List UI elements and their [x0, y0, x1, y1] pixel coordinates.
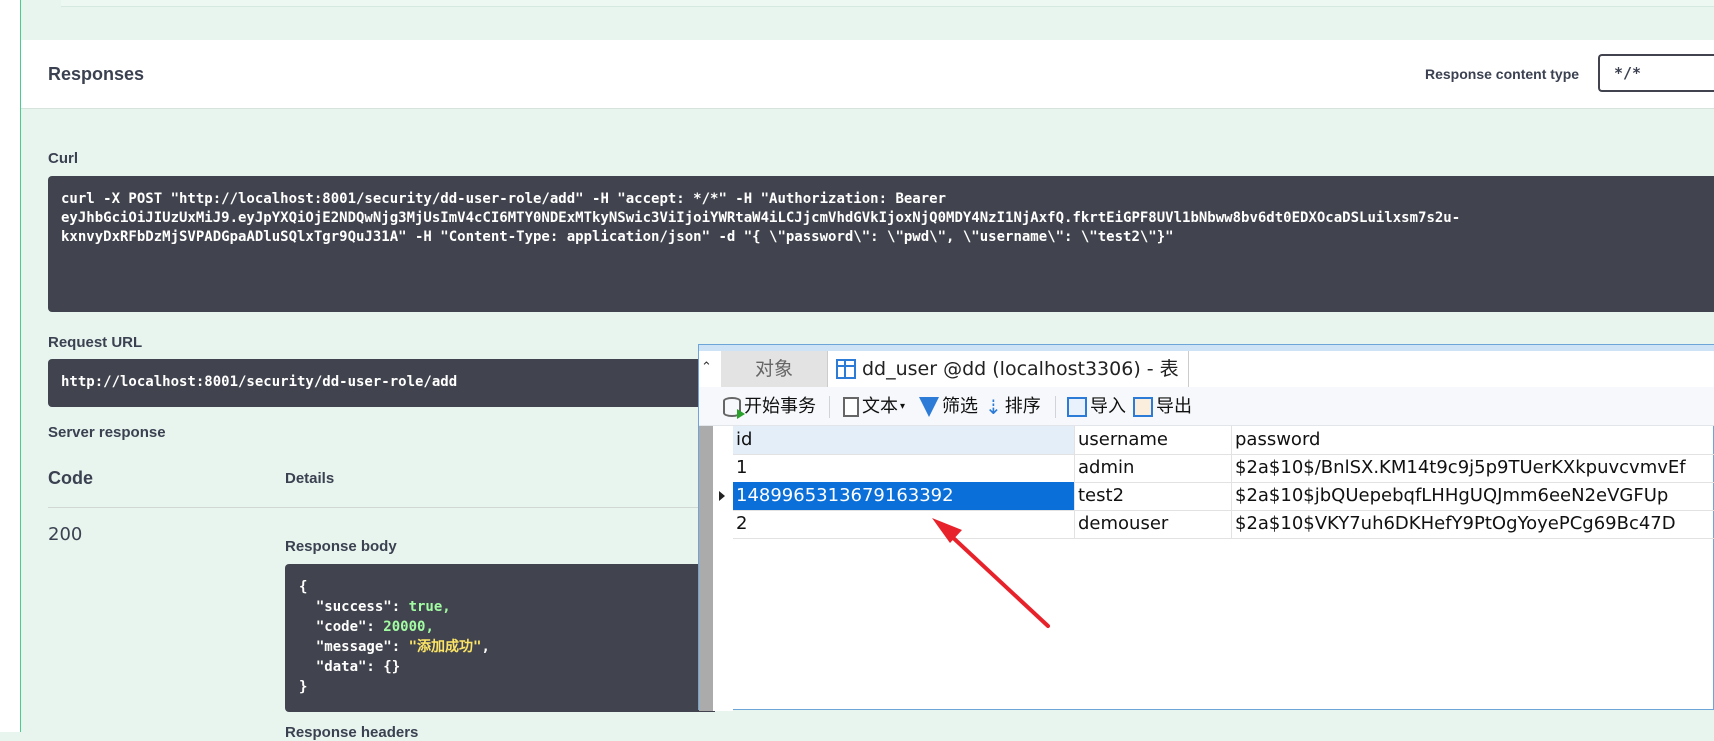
header-divider — [48, 507, 708, 508]
top-strip — [21, 0, 1714, 40]
grid-header-row: id username password — [733, 426, 1714, 455]
chevron-down-icon: ▾ — [900, 401, 906, 412]
toolbar-separator — [829, 396, 830, 418]
cell-password[interactable]: $2a$10$jbQUepebqfLHHgUQJmm6eeN2eVGFUp — [1232, 482, 1714, 510]
request-url-label: Request URL — [48, 334, 143, 351]
toolbar-separator — [1055, 396, 1056, 418]
sort-button[interactable]: ⇣ 排序 — [985, 394, 1041, 420]
response-body-label: Response body — [285, 538, 397, 555]
response-content-type-label: Response content type — [1425, 66, 1580, 82]
cell-username[interactable]: admin — [1075, 454, 1232, 482]
cell-id[interactable]: 2 — [733, 510, 1075, 538]
response-body[interactable]: { "success": true, "code": 20000, "messa… — [285, 564, 715, 712]
response-content-type-select[interactable]: */* — [1598, 54, 1714, 92]
request-url-value[interactable]: http://localhost:8001/security/dd-user-r… — [48, 359, 720, 407]
filter-button[interactable]: 筛选 — [919, 394, 978, 420]
export-button[interactable]: 导出 — [1133, 394, 1192, 420]
data-grid-area: id username password 1 admin $2a$10$/Bnl… — [699, 426, 1714, 711]
vertical-scrollbar[interactable] — [699, 426, 713, 711]
table-row-selected[interactable]: 1489965313679163392 test2 $2a$10$jbQUepe… — [733, 482, 1714, 511]
scroll-left-icon[interactable]: ⌃ — [701, 359, 712, 375]
cell-password[interactable]: $2a$10$VKY7uh6DKHefY9PtOgYoyePCg69Bc47D — [1232, 510, 1714, 538]
code-column-header: Code — [48, 468, 93, 488]
database-icon — [723, 397, 745, 419]
curl-command[interactable]: curl -X POST "http://localhost:8001/secu… — [48, 176, 1714, 312]
text-button[interactable]: 文本 ▾ — [843, 394, 905, 420]
sort-icon: ⇣ — [985, 395, 1002, 419]
tab-objects[interactable]: 对象 — [721, 351, 827, 387]
toolbar: 开始事务 文本 ▾ 筛选 ⇣ 排序 导入 导出 — [699, 387, 1714, 426]
export-icon — [1133, 397, 1153, 417]
tab-bar: ⌃ 对象 dd_user @dd (localhost3306) - 表 — [699, 351, 1714, 388]
cell-username[interactable]: test2 — [1075, 482, 1232, 510]
table-icon — [836, 359, 856, 379]
table-row[interactable]: 2 demouser $2a$10$VKY7uh6DKHefY9PtOgYoye… — [733, 510, 1714, 539]
column-header-password[interactable]: password — [1232, 426, 1714, 454]
import-icon — [1067, 397, 1087, 417]
current-row-marker-icon — [719, 491, 725, 501]
response-headers-label: Response headers — [285, 724, 419, 741]
responses-title: Responses — [48, 64, 145, 84]
row-marker-column — [713, 426, 733, 711]
begin-transaction-button[interactable]: 开始事务 — [723, 394, 816, 420]
cell-password[interactable]: $2a$10$/BnlSX.KM14t9c9j5p9TUerKXkpuvcvmv… — [1232, 454, 1714, 482]
cell-id[interactable]: 1 — [733, 454, 1075, 482]
import-button[interactable]: 导入 — [1067, 394, 1126, 420]
details-column-header: Details — [285, 470, 335, 487]
operation-border — [20, 0, 21, 732]
filter-icon — [919, 397, 939, 417]
left-margin — [0, 0, 20, 732]
curl-label: Curl — [48, 150, 78, 167]
db-table-window: ⌃ 对象 dd_user @dd (localhost3306) - 表 开始事… — [698, 344, 1714, 711]
tab-dd-user-table[interactable]: dd_user @dd (localhost3306) - 表 — [827, 351, 1189, 388]
cell-username[interactable]: demouser — [1075, 510, 1232, 538]
response-code: 200 — [48, 524, 83, 545]
server-response-label: Server response — [48, 424, 166, 441]
column-header-username[interactable]: username — [1075, 426, 1232, 454]
cell-id-selected[interactable]: 1489965313679163392 — [733, 482, 1075, 510]
responses-header: Responses Response content type */* — [21, 40, 1714, 109]
document-icon — [843, 397, 859, 417]
table-row[interactable]: 1 admin $2a$10$/BnlSX.KM14t9c9j5p9TUerKX… — [733, 454, 1714, 483]
column-header-id[interactable]: id — [733, 426, 1075, 454]
